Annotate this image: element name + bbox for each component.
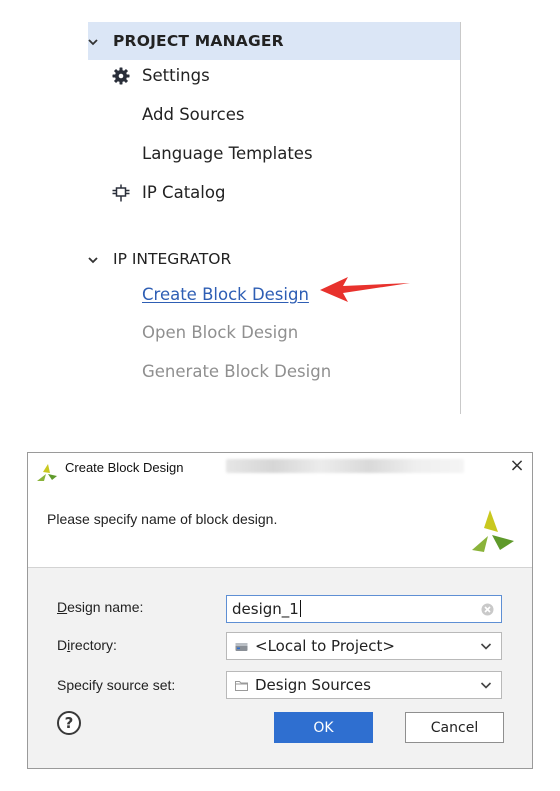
flow-navigator-panel: PROJECT MANAGER Settings Add Sources Lan… xyxy=(88,22,461,414)
ip-integrator-header[interactable]: IP INTEGRATOR xyxy=(88,240,460,278)
design-name-value[interactable]: design_1 xyxy=(232,600,301,618)
cancel-button[interactable]: Cancel xyxy=(405,712,504,743)
design-name-input[interactable]: design_1 xyxy=(226,595,502,623)
dialog-header: Create Block Design × Please specify nam… xyxy=(28,453,532,568)
source-set-select[interactable]: Design Sources xyxy=(226,671,502,699)
local-drive-icon xyxy=(235,643,248,651)
text-caret xyxy=(299,600,301,617)
annotation-arrow xyxy=(320,277,410,302)
gear-icon xyxy=(112,67,130,85)
source-set-label: Specify source set: xyxy=(57,677,176,693)
nav-item-language-templates[interactable]: Language Templates xyxy=(142,139,313,169)
chevron-down-icon[interactable] xyxy=(480,681,492,690)
directory-value: <Local to Project> xyxy=(255,637,395,655)
ip-catalog-icon xyxy=(112,184,130,202)
chevron-down-icon[interactable] xyxy=(88,252,98,266)
help-button[interactable]: ? xyxy=(57,711,81,735)
nav-item-open-block-design: Open Block Design xyxy=(142,323,299,342)
close-button[interactable]: × xyxy=(508,457,526,475)
project-manager-title: PROJECT MANAGER xyxy=(113,32,284,50)
design-name-value-text[interactable]: design_1 xyxy=(232,600,299,618)
design-name-label-text: esign name: xyxy=(67,599,144,615)
vivado-logo-icon xyxy=(37,464,57,481)
clear-icon[interactable] xyxy=(481,603,494,616)
directory-label-text: rectory: xyxy=(70,637,117,653)
folder-icon xyxy=(235,681,248,691)
nav-item-settings[interactable]: Settings xyxy=(142,61,210,91)
chevron-down-icon[interactable] xyxy=(88,34,98,48)
chevron-down-icon[interactable] xyxy=(480,642,492,651)
nav-item-ip-catalog[interactable]: IP Catalog xyxy=(142,178,225,208)
dialog-title: Create Block Design xyxy=(65,460,184,475)
ip-integrator-title: IP INTEGRATOR xyxy=(113,250,232,268)
directory-select[interactable]: <Local to Project> xyxy=(226,632,502,660)
blurred-title-region xyxy=(226,459,464,473)
nav-item-add-sources[interactable]: Add Sources xyxy=(142,100,244,130)
ok-button[interactable]: OK xyxy=(274,712,373,743)
nav-item-create-block-design[interactable]: Create Block Design xyxy=(142,280,309,310)
design-name-label: Design name: xyxy=(57,599,143,615)
nav-item-generate-block-design: Generate Block Design xyxy=(142,362,332,381)
vivado-brand-logo-icon xyxy=(472,510,514,552)
dialog-description: Please specify name of block design. xyxy=(47,511,278,527)
source-set-value: Design Sources xyxy=(255,676,371,694)
project-manager-header[interactable]: PROJECT MANAGER xyxy=(88,22,460,60)
directory-label-pre: D xyxy=(57,637,68,653)
create-block-design-dialog: Create Block Design × Please specify nam… xyxy=(27,452,533,769)
design-name-label-mnemonic: D xyxy=(57,599,68,615)
directory-label: Directory: xyxy=(57,637,117,653)
